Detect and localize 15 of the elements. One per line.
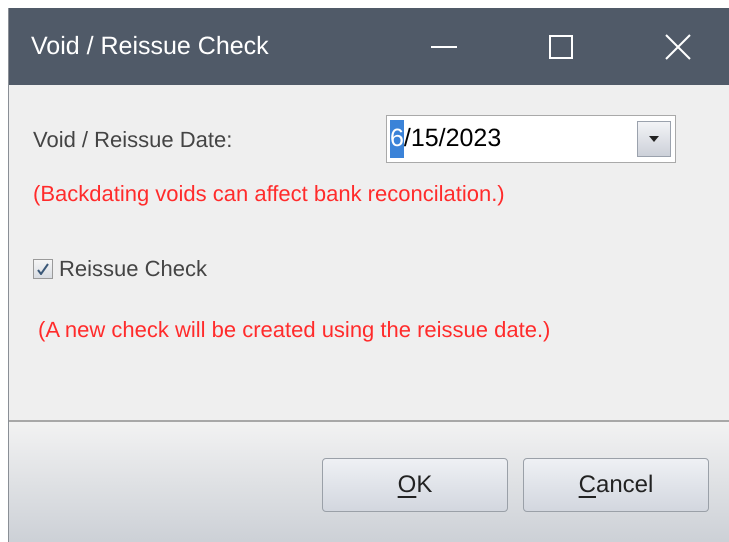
ok-button[interactable]: OK (322, 458, 508, 512)
reissue-checkbox[interactable] (33, 258, 53, 278)
note-text: (A new check will be created using the reissue date.) (38, 316, 552, 344)
warning-text: (Backdating voids can affect bank reconcilation.) (33, 180, 506, 208)
window-title: Void / Reissue Check (31, 30, 269, 62)
caret-icon (649, 136, 659, 142)
checkmark-icon (37, 262, 49, 274)
date-picker[interactable]: 6/15/2023 (386, 115, 676, 163)
date-label: Void / Reissue Date: (33, 126, 234, 154)
close-icon[interactable] (665, 34, 691, 60)
minimize-icon[interactable] (431, 44, 457, 48)
reissue-label: Reissue Check (59, 255, 207, 283)
maximize-icon[interactable] (549, 34, 573, 58)
cancel-button[interactable]: Cancel (523, 458, 709, 512)
dropdown-button[interactable] (637, 121, 671, 157)
